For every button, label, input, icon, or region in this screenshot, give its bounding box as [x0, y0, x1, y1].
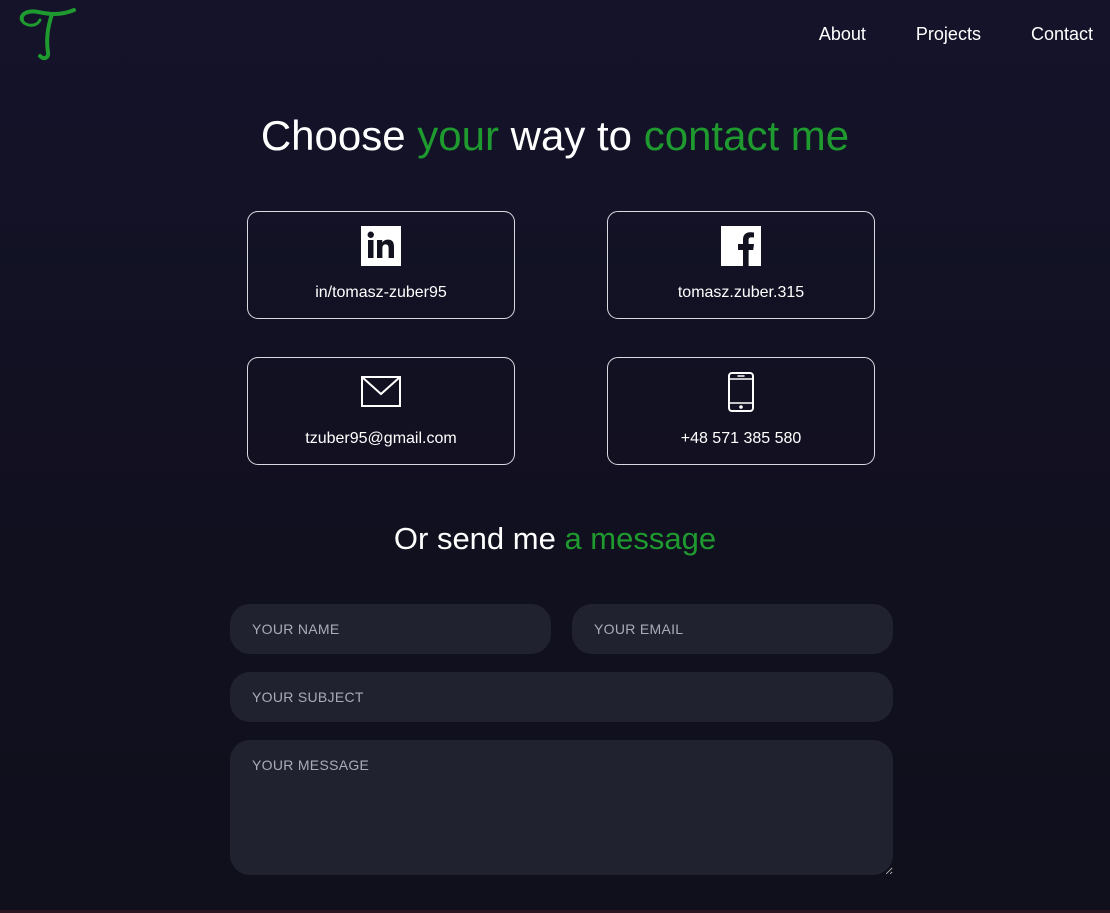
- message-textarea[interactable]: [230, 740, 893, 875]
- facebook-label: tomasz.zuber.315: [677, 284, 805, 301]
- phone-card[interactable]: +48 571 385 580: [607, 357, 875, 465]
- main-nav: About Projects Contact: [769, 22, 1093, 46]
- nav-about[interactable]: About: [819, 22, 866, 46]
- title-part-1: Choose: [260, 112, 418, 159]
- phone-label: +48 571 385 580: [680, 430, 802, 447]
- facebook-icon: [721, 226, 761, 266]
- smartphone-icon: [728, 372, 754, 412]
- title-part-3: way to: [498, 112, 644, 159]
- name-input[interactable]: [230, 604, 551, 654]
- subheading-part-2: a message: [564, 521, 717, 556]
- subject-input[interactable]: [230, 672, 893, 722]
- email-input[interactable]: [572, 604, 893, 654]
- envelope-icon: [361, 376, 401, 407]
- form-heading: Or send me a message: [0, 519, 1110, 559]
- contact-page: T About Projects Contact Choose your way…: [0, 0, 1110, 913]
- linkedin-card[interactable]: in/tomasz-zuber95: [247, 211, 515, 319]
- email-label: tzuber95@gmail.com: [305, 430, 457, 447]
- nav-contact[interactable]: Contact: [1031, 22, 1093, 46]
- email-card[interactable]: tzuber95@gmail.com: [247, 357, 515, 465]
- title-part-4: contact me: [643, 112, 850, 159]
- page-title: Choose your way to contact me: [0, 110, 1110, 162]
- facebook-card[interactable]: tomasz.zuber.315: [607, 211, 875, 319]
- logo-icon: T: [19, 8, 76, 61]
- logo-link[interactable]: T: [18, 6, 78, 62]
- title-part-2: your: [417, 112, 499, 159]
- linkedin-label: in/tomasz-zuber95: [315, 284, 447, 301]
- nav-projects[interactable]: Projects: [916, 22, 981, 46]
- linkedin-icon: [361, 226, 401, 266]
- subheading-part-1: Or send me: [393, 521, 565, 556]
